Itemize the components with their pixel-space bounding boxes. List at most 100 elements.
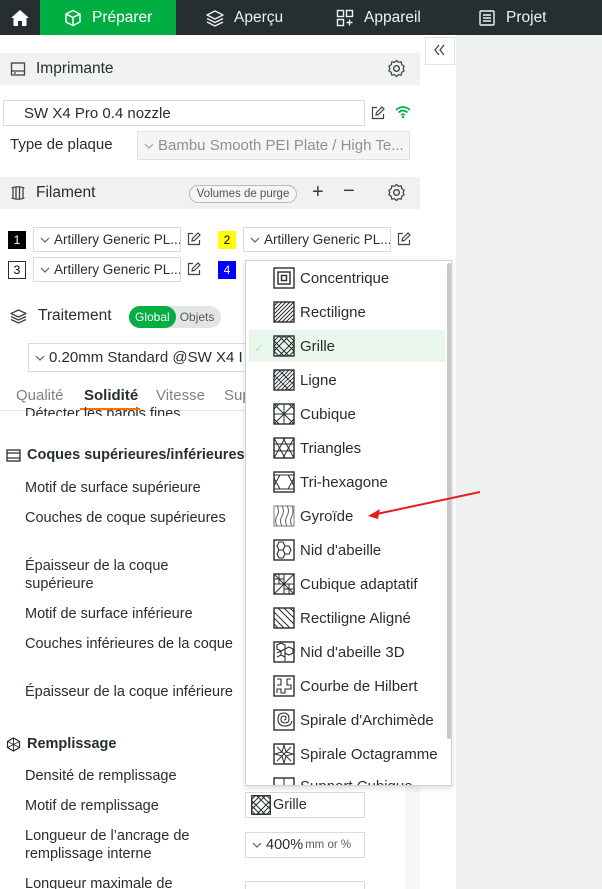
remove-filament-button[interactable]: − xyxy=(343,180,355,203)
tab-device[interactable]: Appareil xyxy=(306,0,450,35)
wifi-icon[interactable] xyxy=(395,105,411,119)
option-adaptive-cubic[interactable]: Cubique adaptatif xyxy=(249,568,445,600)
rectilinear-icon xyxy=(273,301,295,323)
archimedean-spiral-icon xyxy=(273,709,295,731)
global-toggle-option[interactable]: Global xyxy=(129,306,176,328)
anchor-length-value: 400% xyxy=(266,837,304,853)
tab-preview[interactable]: Aperçu xyxy=(176,0,306,35)
process-title: Traitement xyxy=(38,307,112,324)
option-cubic[interactable]: Cubique xyxy=(249,398,445,430)
hilbert-curve-icon xyxy=(273,675,295,697)
anchor-max-input[interactable] xyxy=(245,881,365,889)
printer-settings-gear-icon[interactable] xyxy=(387,59,406,78)
printer-preset-select[interactable]: SW X4 Pro 0.4 nozzle xyxy=(3,100,365,126)
top-layers-label: Couches de coque supérieures xyxy=(25,510,226,526)
printer-title: Imprimante xyxy=(36,60,114,77)
shells-group-title: Coques supérieures/inférieures xyxy=(27,447,245,463)
filament-icon xyxy=(10,185,26,201)
layers-icon xyxy=(206,9,224,27)
filament-slot-2-select[interactable]: Artillery Generic PL... xyxy=(243,227,391,252)
process-icon xyxy=(10,308,27,324)
infill-icon xyxy=(6,737,21,752)
infill-pattern-value: Grille xyxy=(273,797,307,813)
option-label: Grille xyxy=(300,337,336,355)
edit-printer-icon[interactable] xyxy=(371,106,385,120)
project-icon xyxy=(478,9,496,27)
bottom-pattern-label: Motif de surface inférieure xyxy=(25,606,193,622)
option-archimedean-spiral[interactable]: Spirale d'Archimède xyxy=(249,704,445,736)
chevron-down-icon xyxy=(144,143,154,149)
process-preset-value: 0.20mm Standard @SW X4 I xyxy=(49,349,243,366)
option-line[interactable]: Ligne xyxy=(249,364,445,396)
option-octagram-spiral[interactable]: Spirale Octagramme xyxy=(249,738,445,770)
line-icon xyxy=(273,369,295,391)
add-filament-button[interactable]: + xyxy=(312,181,324,204)
tri-hexagon-icon xyxy=(273,471,295,493)
process-preset-select[interactable]: 0.20mm Standard @SW X4 I xyxy=(28,343,258,372)
infill-group-title: Remplissage xyxy=(27,736,117,752)
edit-filament-1-icon[interactable] xyxy=(187,232,201,246)
option-label: Rectiligne Aligné xyxy=(300,609,411,627)
option-grid[interactable]: ✓ Grille xyxy=(249,330,445,362)
infill-pattern-dropdown[interactable]: Concentrique Rectiligne ✓ Grille Ligne C… xyxy=(245,260,452,786)
plate-type-label: Type de plaque xyxy=(10,136,113,153)
cubic-icon xyxy=(273,403,295,425)
option-label: Spirale d'Archimède xyxy=(300,711,434,729)
option-label: Cubique xyxy=(300,405,356,423)
option-hilbert-curve[interactable]: Courbe de Hilbert xyxy=(249,670,445,702)
infill-pattern-select[interactable]: Grille xyxy=(245,792,365,818)
option-triangles[interactable]: Triangles xyxy=(249,432,445,464)
edit-filament-3-icon[interactable] xyxy=(187,262,201,276)
3d-canvas-area[interactable] xyxy=(456,35,602,889)
chevron-down-icon xyxy=(250,237,260,243)
edit-filament-2-icon[interactable] xyxy=(397,232,411,246)
global-objects-toggle[interactable]: Global Objets xyxy=(129,306,221,328)
option-honeycomb-3d[interactable]: Nid d'abeille 3D xyxy=(249,636,445,668)
purge-volumes-button[interactable]: Volumes de purge xyxy=(189,185,297,203)
honeycomb-icon xyxy=(273,539,295,561)
chevron-down-icon xyxy=(40,237,50,243)
tab-prepare[interactable]: Préparer xyxy=(40,0,176,35)
plate-type-value: Bambu Smooth PEI Plate / High Te... xyxy=(158,137,404,154)
cube-icon xyxy=(64,9,82,27)
filament-slot-1-select[interactable]: Artillery Generic PL... xyxy=(33,227,181,252)
support-cubic-icon xyxy=(273,777,295,785)
concentric-icon xyxy=(273,267,295,289)
filament-slot-1-number: 1 xyxy=(8,231,26,249)
filament-title: Filament xyxy=(36,184,96,201)
objects-toggle-option[interactable]: Objets xyxy=(176,306,219,328)
option-label: Ligne xyxy=(300,371,337,389)
bottom-layers-label: Couches inférieures de la coque xyxy=(25,636,233,652)
option-label: Gyroïde xyxy=(300,507,354,525)
device-icon xyxy=(336,9,354,27)
option-support-cubic[interactable]: Support Cubique xyxy=(249,772,445,785)
filament-slot-3-select[interactable]: Artillery Generic PL... xyxy=(33,257,181,282)
option-aligned-rectilinear[interactable]: Rectiligne Aligné xyxy=(249,602,445,634)
collapse-sidebar-button[interactable] xyxy=(425,37,455,65)
anchor-max-label: Longueur maximale de xyxy=(25,876,173,889)
tab-project[interactable]: Projet xyxy=(450,0,570,35)
shell-icon xyxy=(6,448,21,463)
tab-preview-label: Aperçu xyxy=(234,8,284,26)
infill-pattern-label: Motif de remplissage xyxy=(25,798,159,814)
option-concentric[interactable]: Concentrique xyxy=(249,262,445,294)
bottom-thickness-label: Épaisseur de la coque inférieure xyxy=(25,684,233,700)
home-button[interactable] xyxy=(0,0,40,35)
filament-slot-4-number: 4 xyxy=(218,261,236,279)
anchor-length-input[interactable]: 400% mm or % xyxy=(245,832,365,858)
option-label: Triangles xyxy=(300,439,362,457)
grid-icon xyxy=(273,335,295,357)
option-honeycomb[interactable]: Nid d'abeille xyxy=(249,534,445,566)
top-navigation-bar: Préparer Aperçu Appareil Projet xyxy=(0,0,602,35)
triangles-icon xyxy=(273,437,295,459)
annotation-arrow-icon xyxy=(368,491,481,519)
filament-slot-1-value: Artillery Generic PL... xyxy=(54,232,181,247)
option-label: Nid d'abeille xyxy=(300,541,382,559)
option-rectilinear[interactable]: Rectiligne xyxy=(249,296,445,328)
filament-settings-gear-icon[interactable] xyxy=(387,183,406,202)
filament-slot-3-number: 3 xyxy=(8,261,26,279)
filament-slot-2-number: 2 xyxy=(218,231,236,249)
plate-type-select[interactable]: Bambu Smooth PEI Plate / High Te... xyxy=(137,131,410,160)
anchor-length-unit: mm or % xyxy=(305,839,352,851)
aligned-rectilinear-icon xyxy=(273,607,295,629)
